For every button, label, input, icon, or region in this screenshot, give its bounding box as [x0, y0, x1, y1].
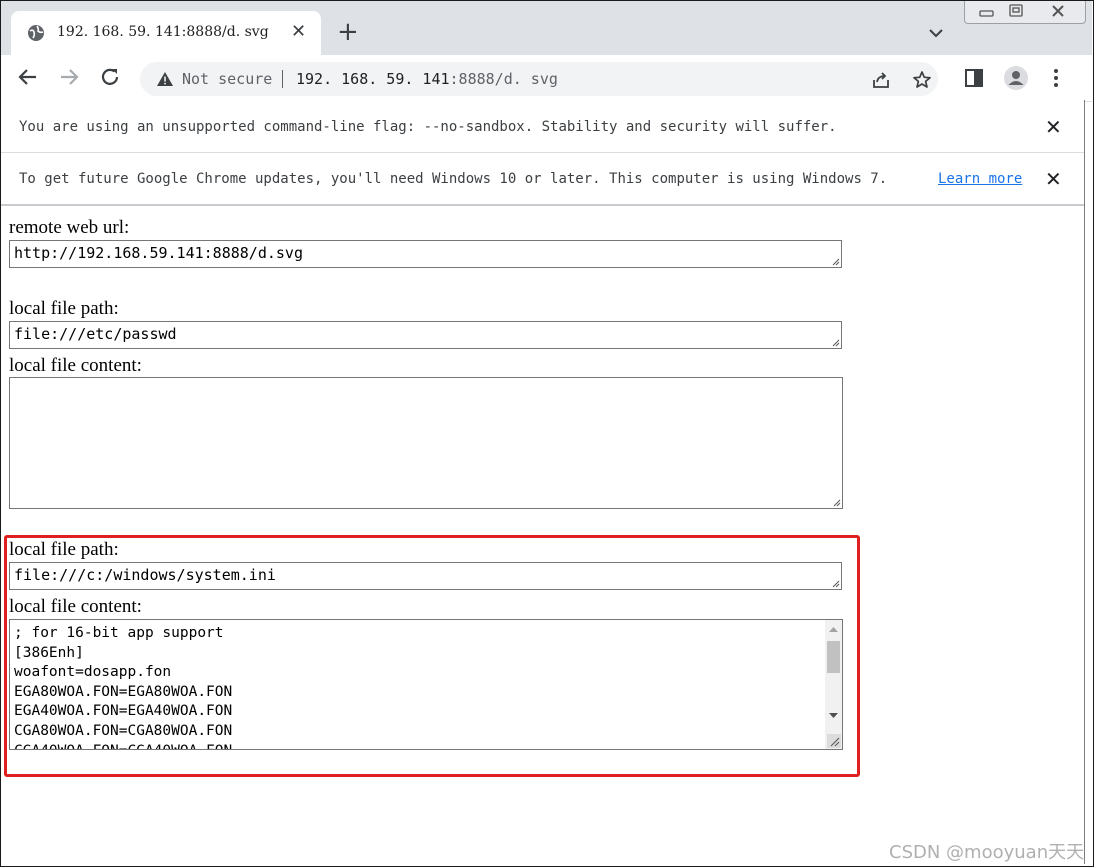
page-scroll-edge	[1084, 100, 1085, 864]
remote-url-label: remote web url:	[9, 217, 130, 238]
chevron-down-icon[interactable]	[927, 27, 945, 39]
file-path-label-1: local file path:	[9, 298, 119, 319]
url-text[interactable]: 192. 168. 59. 141:8888/d. svg	[296, 70, 558, 88]
active-tab[interactable]: 192. 168. 59. 141:8888/d. svg ✕	[11, 11, 321, 55]
file-content-label-1: local file content:	[9, 355, 142, 376]
close-icon[interactable]: ✕	[291, 23, 306, 41]
browser-toolbar: Not secure 192. 168. 59. 141:8888/d. svg	[1, 55, 1092, 102]
remote-url-value: http://192.168.59.141:8888/d.svg	[14, 244, 303, 262]
side-panel-icon[interactable]	[963, 67, 985, 89]
window-controls	[964, 1, 1086, 24]
back-icon[interactable]	[16, 65, 40, 89]
warning-icon[interactable]	[156, 71, 174, 87]
share-icon[interactable]	[871, 70, 891, 90]
resize-grip-icon[interactable]	[830, 256, 840, 266]
file-path-input-1[interactable]: file:///etc/passwd	[9, 321, 842, 349]
reload-icon[interactable]	[98, 65, 122, 89]
profile-icon[interactable]	[1003, 65, 1029, 91]
infobar-sandbox-warning: You are using an unsupported command-lin…	[1, 101, 1084, 153]
security-label[interactable]: Not secure	[182, 70, 272, 88]
minimize-icon[interactable]	[973, 3, 999, 19]
url-path: :8888/d. svg	[449, 70, 558, 88]
restore-icon[interactable]	[1003, 3, 1029, 19]
omnibox-divider	[282, 70, 283, 88]
menu-icon[interactable]	[1045, 67, 1067, 89]
close-icon[interactable]: ✕	[1045, 117, 1062, 137]
resize-grip-icon[interactable]	[830, 337, 840, 347]
learn-more-link[interactable]: Learn more	[938, 171, 1022, 187]
file-path-value-1: file:///etc/passwd	[14, 325, 177, 343]
plus-icon[interactable]: +	[337, 19, 359, 45]
highlight-box	[4, 535, 860, 777]
close-icon[interactable]	[1043, 3, 1073, 19]
content-divider	[1, 204, 1084, 206]
globe-icon	[28, 25, 44, 41]
address-bar[interactable]: Not secure 192. 168. 59. 141:8888/d. svg	[140, 62, 938, 96]
star-icon[interactable]	[912, 70, 932, 90]
infobar-message: You are using an unsupported command-lin…	[19, 119, 837, 135]
forward-icon[interactable]	[57, 65, 81, 89]
infobar-update-warning: To get future Google Chrome updates, you…	[1, 153, 1084, 204]
tab-strip: 192. 168. 59. 141:8888/d. svg ✕ +	[1, 1, 1092, 55]
watermark: CSDN @mooyuan天天	[889, 842, 1085, 863]
close-icon[interactable]: ✕	[1045, 169, 1062, 189]
file-content-textarea-1[interactable]	[9, 377, 843, 509]
remote-url-input[interactable]: http://192.168.59.141:8888/d.svg	[9, 240, 842, 268]
tab-title: 192. 168. 59. 141:8888/d. svg	[57, 24, 269, 40]
url-host: 192. 168. 59. 141	[296, 70, 450, 88]
resize-grip-icon[interactable]	[831, 497, 841, 507]
infobar-message: To get future Google Chrome updates, you…	[19, 171, 888, 187]
